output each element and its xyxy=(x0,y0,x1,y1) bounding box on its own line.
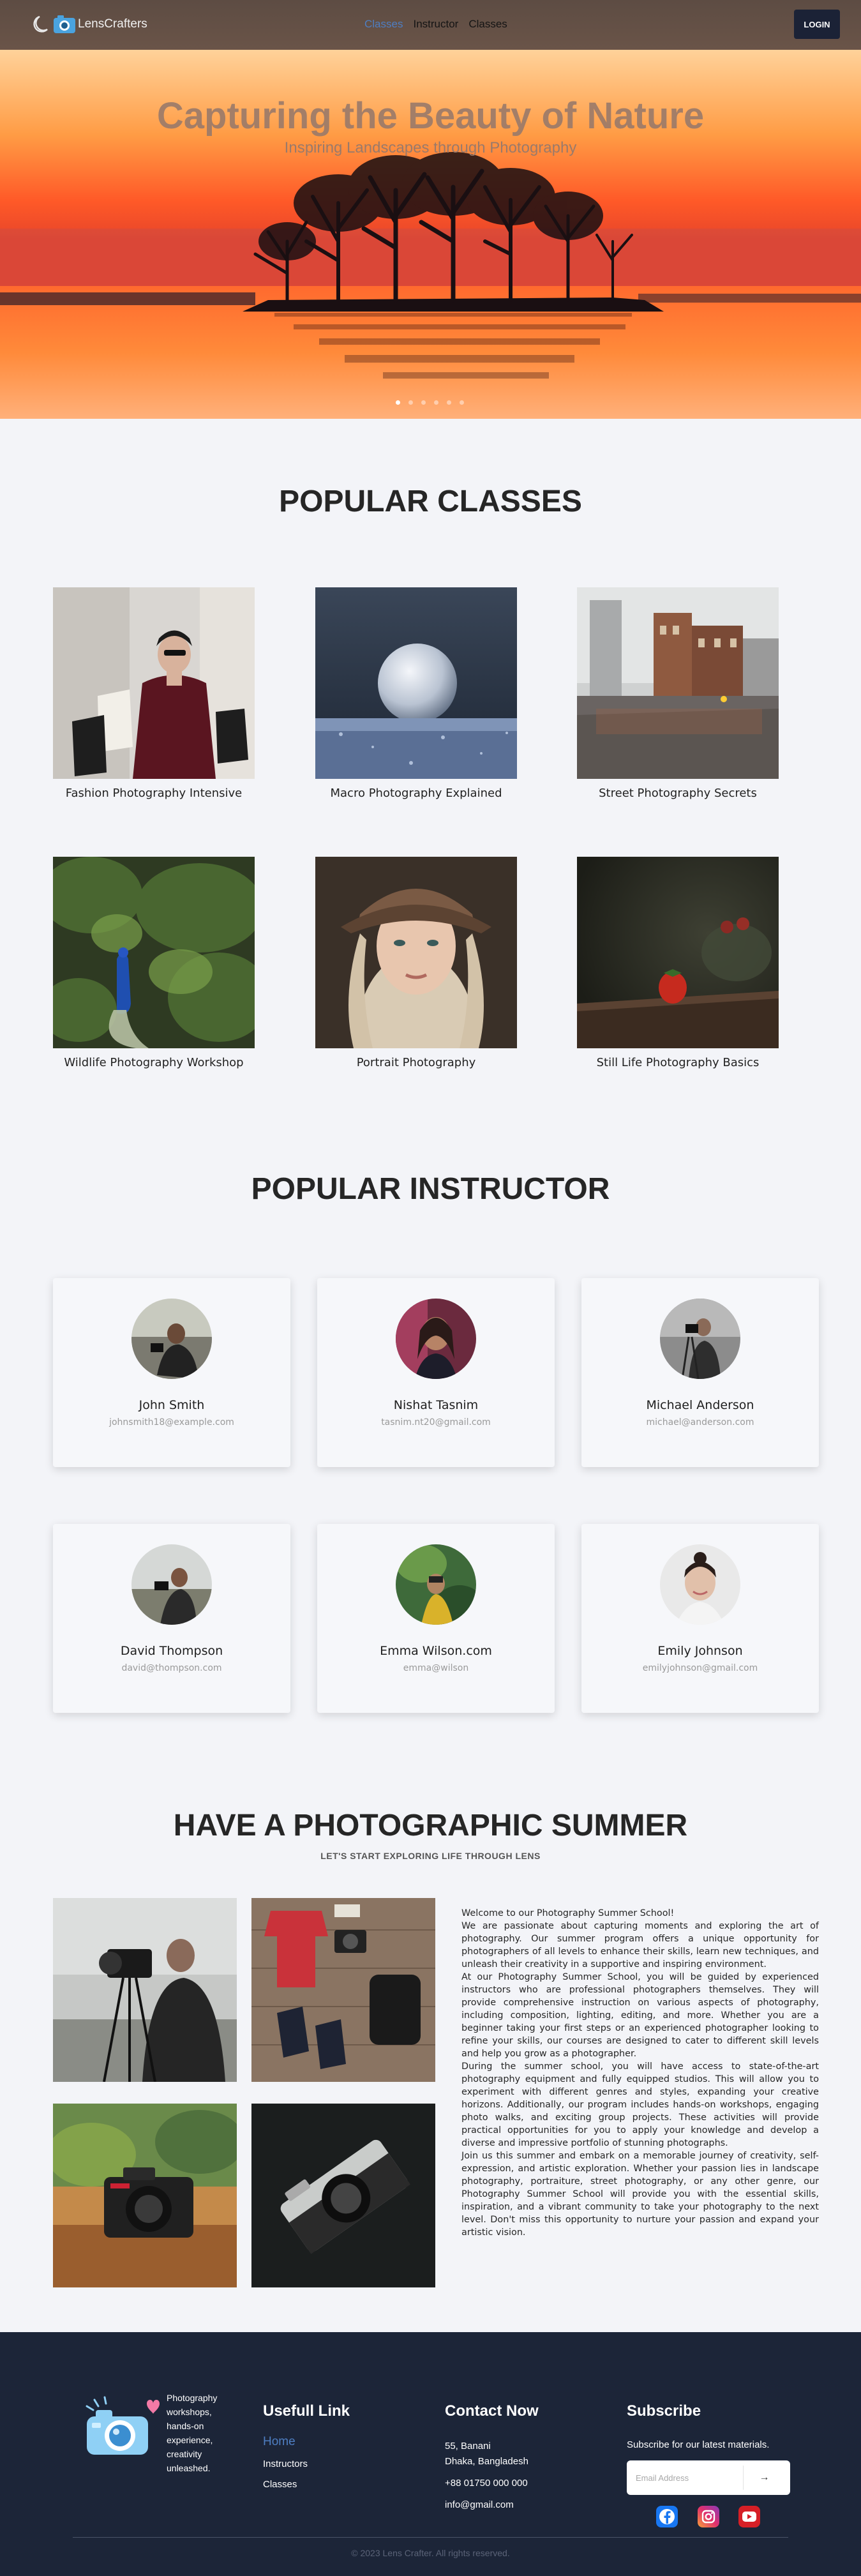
summer-image-photographer xyxy=(53,1898,237,2082)
avatar xyxy=(660,1299,740,1379)
footer: Photography workshops, hands-on experien… xyxy=(0,2332,861,2576)
class-card[interactable]: Still Life Photography Basics xyxy=(577,857,779,1069)
slider-dot[interactable] xyxy=(460,400,464,405)
brand-name: LensCrafters xyxy=(78,17,147,31)
slider-dot[interactable] xyxy=(408,400,413,405)
class-image-macro xyxy=(315,587,517,779)
class-name: Macro Photography Explained xyxy=(330,787,502,800)
contact-address-line2: Dhaka, Bangladesh xyxy=(445,2456,528,2467)
instructor-email: david@thompson.com xyxy=(121,1663,222,1673)
instructor-card[interactable]: David Thompson david@thompson.com xyxy=(53,1524,290,1713)
facebook-icon[interactable] xyxy=(656,2506,678,2527)
subscribe-title: Subscribe xyxy=(627,2402,701,2420)
summer-title: HAVE A PHOTOGRAPHIC SUMMER xyxy=(173,1809,688,1842)
summer-paragraph: We are passionate about capturing moment… xyxy=(461,1921,819,1970)
nav-link-classes-active[interactable]: Classes xyxy=(364,18,403,31)
avatar xyxy=(396,1544,476,1625)
class-card[interactable]: Macro Photography Explained xyxy=(315,587,517,800)
instructor-name: Emma Wilson.com xyxy=(380,1644,492,1658)
copyright: © 2023 Lens Crafter. All rights reserved… xyxy=(351,2548,510,2558)
camera-heart-logo-icon xyxy=(86,2396,160,2455)
footer-link-home[interactable]: Home xyxy=(263,2435,296,2449)
brand[interactable]: LensCrafters xyxy=(31,13,147,36)
instructor-card[interactable]: Emily Johnson emilyjohnson@gmail.com xyxy=(581,1524,819,1713)
avatar xyxy=(396,1299,476,1379)
hero-slider[interactable]: Capturing the Beauty of Nature Inspiring… xyxy=(0,50,861,419)
class-card[interactable]: Wildlife Photography Workshop xyxy=(53,857,255,1069)
instructor-card[interactable]: Nishat Tasnim tasnim.nt20@gmail.com xyxy=(317,1278,555,1467)
summer-paragraph: During the summer school, you will have … xyxy=(461,2061,819,2148)
slider-dot[interactable] xyxy=(421,400,426,405)
subscribe-text: Subscribe for our latest materials. xyxy=(627,2439,770,2450)
footer-link-instructors[interactable]: Instructors xyxy=(263,2459,308,2469)
instructor-email: tasnim.nt20@gmail.com xyxy=(381,1417,491,1427)
class-name: Fashion Photography Intensive xyxy=(65,787,243,800)
instructor-card[interactable]: John Smith johnsmith18@example.com xyxy=(53,1278,290,1467)
class-card[interactable]: Portrait Photography xyxy=(315,857,517,1069)
summer-paragraph: Join us this summer and embark on a memo… xyxy=(461,2151,819,2238)
instructor-name: John Smith xyxy=(139,1398,205,1412)
class-name: Still Life Photography Basics xyxy=(596,1056,760,1069)
footer-tagline: Photography workshops, hands-on experien… xyxy=(167,2393,218,2473)
class-image-still-life xyxy=(577,857,779,1048)
avatar xyxy=(131,1544,212,1625)
instructor-name: Michael Anderson xyxy=(646,1398,754,1412)
instructor-name: Emily Johnson xyxy=(657,1644,743,1658)
instructor-email: johnsmith18@example.com xyxy=(109,1417,234,1427)
footer-divider xyxy=(73,2537,788,2538)
popular-instructor-title: POPULAR INSTRUCTOR xyxy=(251,1172,610,1206)
summer-description: Welcome to our Photography Summer School… xyxy=(461,1907,819,2239)
footer-link-classes[interactable]: Classes xyxy=(263,2479,297,2490)
instructor-card[interactable]: Emma Wilson.com emma@wilson xyxy=(317,1524,555,1713)
hero-subtitle: Inspiring Landscapes through Photography xyxy=(284,139,577,156)
contact-phone: +88 01750 000 000 xyxy=(445,2478,528,2489)
class-name: Portrait Photography xyxy=(356,1056,476,1069)
slider-dots xyxy=(396,400,464,405)
class-name: Wildlife Photography Workshop xyxy=(64,1056,244,1069)
class-card[interactable]: Street Photography Secrets xyxy=(577,587,779,800)
useful-links-title: Usefull Link xyxy=(263,2402,350,2420)
youtube-icon[interactable] xyxy=(738,2506,760,2527)
main-nav: Classes Instructor Classes xyxy=(364,18,507,31)
login-button[interactable]: LOGIN xyxy=(794,10,840,39)
instructor-email: michael@anderson.com xyxy=(646,1417,754,1427)
contact-email: info@gmail.com xyxy=(445,2499,514,2510)
instructor-email: emma@wilson xyxy=(403,1663,469,1673)
instagram-icon[interactable] xyxy=(698,2506,719,2527)
class-image-portrait xyxy=(315,857,517,1048)
instructor-name: David Thompson xyxy=(120,1644,223,1658)
contact-title: Contact Now xyxy=(445,2402,539,2420)
avatar xyxy=(131,1299,212,1379)
slider-dot[interactable] xyxy=(434,400,438,405)
summer-paragraph: At our Photography Summer School, you wi… xyxy=(461,1972,819,2059)
summer-subtitle: LET'S START EXPLORING LIFE THROUGH LENS xyxy=(320,1851,541,1861)
camera-logo-icon xyxy=(33,15,75,33)
class-image-street xyxy=(577,587,779,779)
subscribe-submit-button[interactable]: → xyxy=(743,2466,785,2490)
summer-paragraph: Welcome to our Photography Summer School… xyxy=(461,1908,675,1918)
summer-image-gear-flatlay xyxy=(251,1898,435,2082)
avatar xyxy=(660,1544,740,1625)
nav-link-classes[interactable]: Classes xyxy=(468,18,507,31)
class-card[interactable]: Fashion Photography Intensive xyxy=(53,587,255,800)
nav-link-instructor[interactable]: Instructor xyxy=(413,18,458,31)
summer-image-film-camera xyxy=(251,2104,435,2287)
instructor-card[interactable]: Michael Anderson michael@anderson.com xyxy=(581,1278,819,1467)
class-name: Street Photography Secrets xyxy=(599,787,757,800)
summer-image-camera-ground xyxy=(53,2104,237,2287)
class-image-fashion xyxy=(53,587,255,779)
class-image-wildlife xyxy=(53,857,255,1048)
slider-dot[interactable] xyxy=(447,400,451,405)
instructor-email: emilyjohnson@gmail.com xyxy=(642,1663,758,1673)
subscribe-form: → xyxy=(627,2460,790,2495)
instructor-name: Nishat Tasnim xyxy=(393,1398,479,1412)
navbar: LensCrafters Classes Instructor Classes … xyxy=(0,0,861,50)
subscribe-email-input[interactable] xyxy=(627,2460,742,2495)
contact-address-line1: 55, Banani xyxy=(445,2441,491,2452)
popular-classes-title: POPULAR CLASSES xyxy=(279,485,582,518)
hero-title: Capturing the Beauty of Nature xyxy=(156,95,705,137)
slider-dot[interactable] xyxy=(396,400,400,405)
